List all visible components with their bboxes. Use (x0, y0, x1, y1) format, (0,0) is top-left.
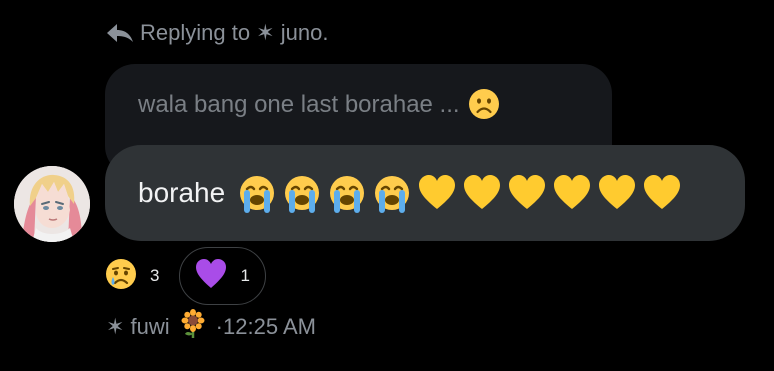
yellow-heart-icon (462, 173, 502, 213)
crying-face-icon (104, 257, 138, 296)
yellow-heart-icon (597, 173, 637, 213)
reaction-count: 1 (240, 266, 250, 285)
reaction-purple-heart[interactable]: 1 (179, 247, 267, 305)
message-text: borahe (138, 177, 226, 208)
reply-context[interactable]: Replying to ✶ juno. (106, 18, 328, 48)
reaction-crying-face[interactable]: 3 (104, 257, 179, 296)
loudly-crying-face-icon (237, 173, 277, 213)
message-bubble[interactable]: borahe (105, 145, 745, 241)
message-emoji-row (237, 173, 682, 213)
avatar[interactable] (14, 166, 90, 242)
yellow-heart-icon (552, 173, 592, 213)
reply-arrow-icon (106, 22, 134, 44)
reactions-bar: 3 1 (104, 247, 267, 305)
sunflower-icon (180, 309, 206, 345)
loudly-crying-face-icon (327, 173, 367, 213)
message-timestamp: ·12:25 AM (215, 314, 316, 339)
message-meta: ✶ fuwi ·12:25 AM (106, 309, 316, 345)
purple-heart-icon (194, 257, 228, 296)
frowning-face-icon (468, 88, 500, 120)
yellow-heart-icon (642, 173, 682, 213)
quoted-message-text: wala bang one last borahae ... (138, 91, 460, 118)
yellow-heart-icon (507, 173, 547, 213)
sender-name[interactable]: ✶ fuwi (106, 314, 170, 340)
reply-context-label: Replying to ✶ juno. (140, 20, 329, 45)
loudly-crying-face-icon (282, 173, 322, 213)
reaction-count: 3 (150, 266, 160, 285)
loudly-crying-face-icon (372, 173, 412, 213)
yellow-heart-icon (417, 173, 457, 213)
